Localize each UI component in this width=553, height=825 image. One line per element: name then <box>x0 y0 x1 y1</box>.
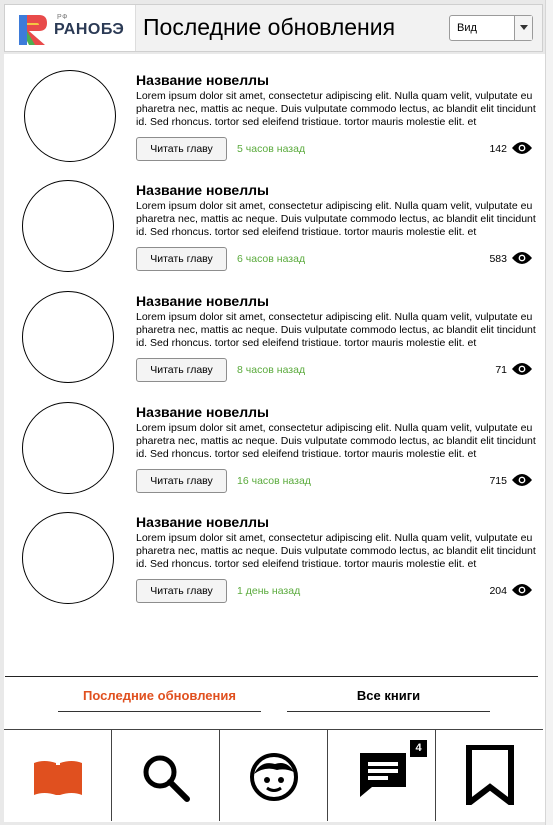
novel-description: Lorem ipsum dolor sit amet, consectetur … <box>136 422 536 457</box>
nav-messages[interactable]: 4 <box>328 730 436 821</box>
novel-title[interactable]: Название новеллы <box>136 293 269 309</box>
view-count: 71 <box>495 364 507 376</box>
novel-title[interactable]: Название новеллы <box>136 514 269 530</box>
feed-item: Название новеллы Lorem ipsum dolor sit a… <box>4 70 545 174</box>
feed-item: Название новеллы Lorem ipsum dolor sit a… <box>4 291 545 395</box>
updated-time: 1 день назад <box>237 585 301 597</box>
logo[interactable]: РФ РАНОБЭ <box>5 5 136 51</box>
tab-latest-underline <box>58 711 261 712</box>
search-icon <box>143 755 190 802</box>
view-select[interactable]: Вид <box>449 15 533 41</box>
feed-item: Название новеллы Lorem ipsum dolor sit a… <box>4 180 545 284</box>
nav-bookmarks[interactable] <box>436 730 543 821</box>
feed-item: Название новеллы Lorem ipsum dolor sit a… <box>4 512 545 616</box>
messages-badge: 4 <box>410 740 427 757</box>
eye-icon <box>512 474 532 486</box>
novel-cover[interactable] <box>22 402 114 494</box>
novel-cover[interactable] <box>22 512 114 604</box>
updated-time: 6 часов назад <box>237 253 306 265</box>
chevron-down-icon <box>520 25 528 30</box>
eye-icon <box>512 142 532 154</box>
app-frame: РФ РАНОБЭ Последние обновления Вид Назва… <box>0 0 553 825</box>
tab-latest-updates[interactable]: Последние обновления <box>58 688 261 703</box>
nav-search[interactable] <box>112 730 220 821</box>
chat-icon <box>360 753 406 797</box>
tab-all-books-underline <box>287 711 490 712</box>
eye-icon <box>512 584 532 596</box>
feed-item: Название новеллы Lorem ipsum dolor sit a… <box>4 402 545 506</box>
novel-title[interactable]: Название новеллы <box>136 404 269 420</box>
read-chapter-button[interactable]: Читать главу <box>136 579 227 603</box>
read-chapter-button[interactable]: Читать главу <box>136 469 227 493</box>
bottom-nav: 4 <box>4 729 543 821</box>
view-select-label: Вид <box>457 22 477 34</box>
nav-profile[interactable] <box>220 730 328 821</box>
logo-name: РАНОБЭ <box>54 21 125 38</box>
scrollbar[interactable] <box>545 0 553 825</box>
view-count: 142 <box>489 143 507 155</box>
novel-description: Lorem ipsum dolor sit amet, consectetur … <box>136 90 536 125</box>
view-count: 204 <box>489 585 507 597</box>
updated-time: 16 часов назад <box>237 475 311 487</box>
tab-all-books[interactable]: Все книги <box>287 688 490 703</box>
view-select-toggle[interactable] <box>514 16 532 40</box>
updated-time: 5 часов назад <box>237 143 306 155</box>
novel-cover[interactable] <box>22 291 114 383</box>
novel-title[interactable]: Название новеллы <box>136 182 269 198</box>
novel-title[interactable]: Название новеллы <box>136 72 269 88</box>
read-chapter-button[interactable]: Читать главу <box>136 137 227 161</box>
updated-time: 8 часов назад <box>237 364 306 376</box>
read-chapter-button[interactable]: Читать главу <box>136 247 227 271</box>
novel-description: Lorem ipsum dolor sit amet, consectetur … <box>136 200 536 235</box>
view-count: 715 <box>489 475 507 487</box>
eye-icon <box>512 363 532 375</box>
logo-rf: РФ <box>57 14 68 21</box>
bookmark-icon <box>466 745 514 805</box>
header: РФ РАНОБЭ Последние обновления Вид <box>4 4 543 52</box>
logo-mark-icon <box>19 15 47 45</box>
novel-cover[interactable] <box>22 180 114 272</box>
tabs-divider <box>5 676 538 677</box>
view-count: 583 <box>489 253 507 265</box>
novel-description: Lorem ipsum dolor sit amet, consectetur … <box>136 311 536 346</box>
profile-icon <box>250 753 298 801</box>
page-title: Последние обновления <box>143 14 396 40</box>
read-chapter-button[interactable]: Читать главу <box>136 358 227 382</box>
novel-description: Lorem ipsum dolor sit amet, consectetur … <box>136 532 536 567</box>
book-icon <box>34 761 82 795</box>
novel-cover[interactable] <box>24 70 116 162</box>
eye-icon <box>512 252 532 264</box>
nav-library[interactable] <box>4 730 112 821</box>
